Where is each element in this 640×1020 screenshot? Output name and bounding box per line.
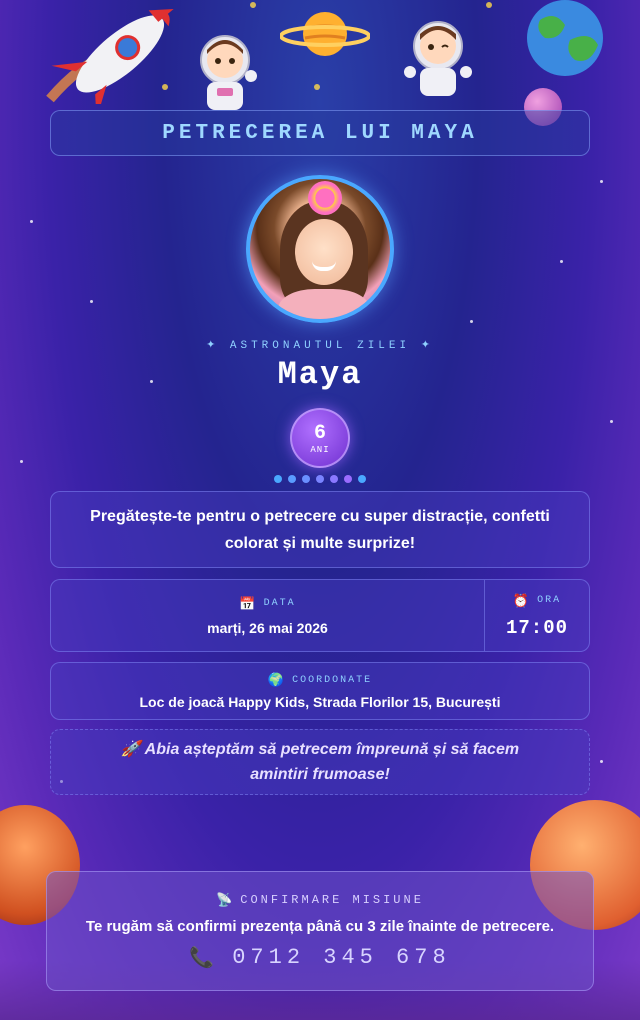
date-time-card: 📅 DATA marți, 26 mai 2026 ⏰ ORA 17:00 [50, 579, 590, 652]
phone-icon: 📞 [189, 947, 215, 969]
message-text: 🚀 Abia așteptăm să petrecem împreună și … [120, 741, 520, 783]
rocket-illustration [46, 9, 174, 104]
message-card: 🚀 Abia așteptăm să petrecem împreună și … [50, 729, 590, 795]
location-value: Loc de joacă Happy Kids, Strada Florilor… [139, 694, 501, 710]
birthday-child-photo [246, 175, 394, 323]
phone-link[interactable]: 📞 0712 345 678 [189, 945, 450, 970]
date-label: DATA [263, 598, 296, 609]
date-value: marți, 26 mai 2026 [207, 619, 328, 636]
decorative-dot [302, 475, 310, 483]
time-value: 17:00 [505, 616, 568, 639]
hero-subtitle: ✦ ASTRONAUTUL ZILEI ✦ [206, 340, 434, 352]
intro-text: Pregătește-te pentru o petrecere cu supe… [90, 507, 550, 552]
decorative-dot [316, 475, 324, 483]
title-banner: PETRECEREA LUI MAYA [50, 110, 590, 156]
calendar-icon: 📅 [239, 595, 256, 611]
time-label: ORA [537, 595, 562, 606]
satellite-dish-icon: 📡 [216, 892, 233, 907]
astronaut-girl-illustration [200, 35, 257, 110]
decorative-dot [288, 475, 296, 483]
rsvp-text: Te rugăm să confirmi prezența până cu 3 … [85, 918, 555, 935]
time-section: ⏰ ORA 17:00 [485, 580, 589, 651]
saturn-planet-illustration [280, 12, 370, 56]
alarm-clock-icon: ⏰ [512, 592, 530, 608]
decorative-dot [330, 475, 338, 483]
location-card: 🌍 COORDONATE Loc de joacă Happy Kids, St… [50, 662, 590, 720]
date-section: 📅 DATA marți, 26 mai 2026 [51, 580, 485, 651]
phone-number[interactable]: 0712 345 678 [232, 945, 450, 970]
decorative-dots [0, 475, 640, 483]
location-label: COORDONATE [292, 674, 373, 686]
intro-card: Pregătește-te pentru o petrecere cu supe… [50, 491, 590, 568]
page-title: PETRECEREA LUI MAYA [162, 121, 478, 145]
rsvp-label: CONFIRMARE MISIUNE [240, 893, 424, 907]
age-badge: 6 ANI [290, 408, 350, 468]
child-name: Maya [277, 356, 363, 393]
astronaut-boy-illustration [404, 21, 472, 96]
age-number: 6 [313, 421, 326, 445]
rsvp-card: 📡 CONFIRMARE MISIUNE Te rugăm să confirm… [46, 871, 594, 991]
decorative-dot [344, 475, 352, 483]
globe-icon: 🌍 [267, 672, 285, 687]
age-unit: ANI [310, 444, 330, 455]
decorative-dot [274, 475, 282, 483]
earth-planet-illustration [527, 0, 603, 76]
decorative-dot [358, 475, 366, 483]
